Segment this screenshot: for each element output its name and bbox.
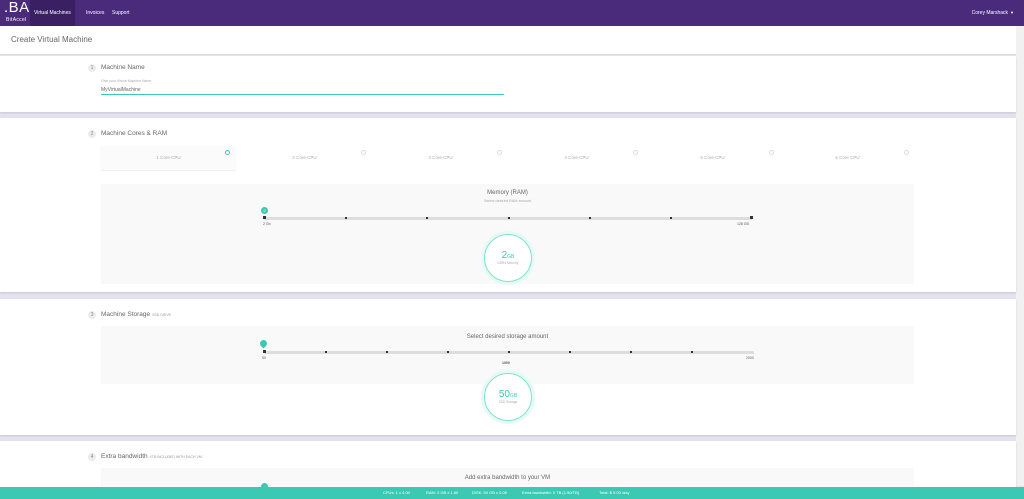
step-number-3: 3: [88, 311, 96, 319]
storage-value: 50: [498, 389, 510, 400]
ram-slider-tick: [589, 217, 591, 219]
ram-value-display: 2GB DDR4 Memory: [484, 234, 532, 282]
storage-min-label: 50: [262, 356, 266, 360]
storage-slider-tick: [630, 351, 632, 353]
storage-slider-tick: [569, 351, 571, 353]
logo-wordmark: BitAccel: [6, 17, 27, 23]
ram-subtitle: Select desired RAM amount: [483, 199, 532, 203]
ram-slider-handle[interactable]: 2: [261, 207, 268, 214]
cpu-option-label: 4 Core CPU: [564, 155, 589, 160]
storage-mid-label: 1000: [502, 361, 510, 365]
price-summary-bar: CPUs: 1 x 4.00 RAM: 2 GB x 1.50 DISK: 50…: [0, 487, 1024, 499]
user-name: Corey Marshack: [971, 10, 1009, 16]
storage-slider-tick: [263, 350, 266, 353]
ram-caption: DDR4 Memory: [497, 261, 519, 265]
user-menu[interactable]: Corey Marshack ▼: [972, 0, 1014, 26]
ram-title: Memory (RAM): [487, 190, 528, 196]
storage-title-text: Machine Storage: [101, 311, 151, 318]
ram-max-label: 128 GB: [737, 222, 749, 226]
ram-min-label: 2 Gb: [263, 222, 271, 226]
ram-slider-tick: [345, 217, 347, 219]
storage-value-display: 50GB SSD Storage: [484, 373, 532, 421]
storage-max-label: 2000: [746, 356, 754, 360]
cpu-option-3-core[interactable]: 3 Core CPU: [373, 146, 508, 170]
ram-slider-tick: [263, 216, 266, 219]
cpu-option-label: 2 Core CPU: [292, 155, 317, 160]
radio-icon: [361, 150, 366, 155]
page-title: Create Virtual Machine: [11, 35, 93, 44]
bandwidth-note: 4TB INCLUDED WITH EACH VM: [149, 455, 202, 459]
storage-slider-tick: [691, 351, 693, 353]
page-header: Create Virtual Machine: [0, 26, 1016, 55]
summary-bandwidth: Extra bandwidth: 0 TB (1.50/TB): [522, 490, 580, 495]
machine-name-input[interactable]: [101, 85, 504, 95]
bandwidth-title-text: Extra bandwidth: [101, 453, 148, 460]
summary-ram: RAM: 2 GB x 1.50: [426, 490, 459, 495]
nav-invoices[interactable]: Invoices: [82, 0, 108, 26]
machine-name-card: [0, 56, 1016, 112]
nav-support[interactable]: Support: [108, 0, 134, 26]
bandwidth-subtitle: Add extra bandwidth to your VM: [464, 475, 551, 481]
step-number-1: 1: [88, 64, 96, 72]
storage-title: Select desired storage amount: [466, 334, 549, 340]
cpu-option-label: 3 Core CPU: [428, 155, 453, 160]
cpu-option-1-core[interactable]: 1 Core CPU: [101, 146, 236, 170]
radio-icon: [633, 150, 638, 155]
cpu-option-5-core[interactable]: 5 Core CPU: [645, 146, 780, 170]
chevron-down-icon: ▼: [1010, 10, 1014, 15]
storage-caption: SSD Storage: [498, 400, 518, 404]
machine-name-label: Give your Virtual Machine Name: [101, 79, 152, 83]
radio-icon: [225, 150, 230, 155]
radio-icon: [497, 150, 502, 155]
step-title-machine-name: Machine Name: [101, 64, 145, 71]
step-number-4: 4: [88, 453, 96, 461]
summary-total: Total: $ 9.00 /day: [599, 490, 630, 495]
ram-slider-tick: [426, 217, 428, 219]
radio-icon: [904, 150, 909, 155]
step-title-storage: Machine Storage SSD DRIVE: [101, 311, 171, 318]
storage-slider-tick: [386, 351, 388, 353]
logo-mark: .BA: [4, 0, 30, 16]
cpu-option-label: 5 Core CPU: [700, 155, 725, 160]
ram-slider-tick: [670, 217, 672, 219]
step-number-2: 2: [88, 130, 96, 138]
page-scrollbar[interactable]: [1016, 26, 1024, 486]
nav-virtual-machines[interactable]: Virtual Machines: [30, 0, 75, 26]
summary-disk: DISK: 50 GB x 0.05: [472, 490, 507, 495]
storage-note: SSD DRIVE: [152, 313, 172, 317]
radio-icon: [769, 150, 774, 155]
ram-slider-tick: [750, 216, 753, 219]
ram-slider-tick: [508, 217, 510, 219]
storage-slider-tick: [325, 351, 327, 353]
cpu-option-4-core[interactable]: 4 Core CPU: [509, 146, 644, 170]
step-title-bandwidth: Extra bandwidth 4TB INCLUDED WITH EACH VM: [101, 453, 202, 460]
cpu-option-label: 1 Core CPU: [156, 155, 181, 160]
ram-unit: GB: [507, 254, 515, 260]
storage-slider-tick: [508, 351, 510, 353]
cpu-option-label: 6 Core CPU: [835, 155, 860, 160]
top-navbar: .BA BitAccel Virtual Machines Invoices S…: [0, 0, 1024, 26]
cpu-option-2-core[interactable]: 2 Core CPU: [237, 146, 372, 170]
storage-unit: GB: [509, 393, 518, 399]
storage-slider-tick: [447, 351, 449, 353]
step-title-cores-ram: Machine Cores & RAM: [101, 130, 168, 137]
cpu-option-6-core[interactable]: 6 Core CPU: [780, 146, 915, 170]
summary-cpus: CPUs: 1 x 4.00: [383, 490, 410, 495]
